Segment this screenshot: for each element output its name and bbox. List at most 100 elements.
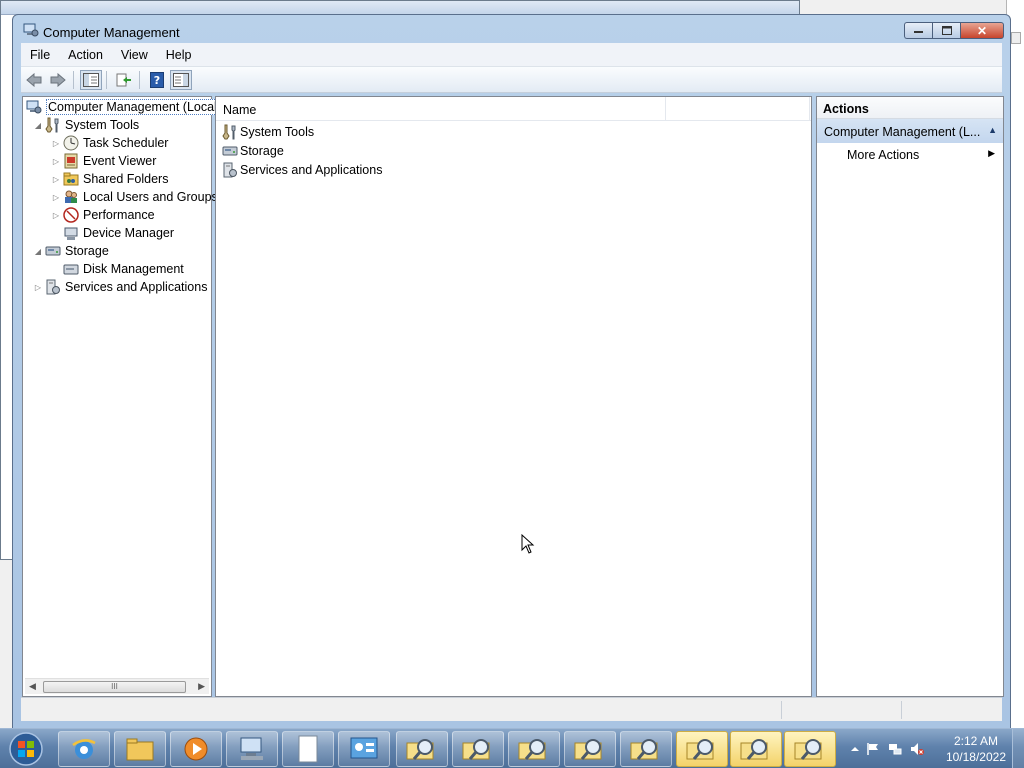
list-item-services-and-applications[interactable]: Services and Applications	[222, 161, 382, 179]
taskbar-search-window-8[interactable]	[784, 731, 836, 767]
search-magnifier-icon	[462, 739, 490, 760]
expand-arrow-icon[interactable]: ▷	[33, 283, 43, 292]
actions-section-header[interactable]: Computer Management (L... ▲	[817, 119, 1003, 143]
menu-view[interactable]: View	[112, 48, 157, 62]
forward-button[interactable]	[47, 70, 69, 90]
tree-label: Performance	[83, 208, 155, 222]
expand-arrow-icon[interactable]: ▷	[51, 211, 61, 220]
performance-icon	[63, 207, 79, 223]
network-icon[interactable]	[888, 742, 902, 756]
collapse-arrow-icon[interactable]: ◢	[33, 121, 43, 130]
show-hide-tree-icon	[83, 72, 99, 87]
maximize-button[interactable]	[932, 22, 960, 39]
start-button[interactable]	[4, 730, 48, 768]
menu-file[interactable]: File	[21, 48, 59, 62]
show-hidden-icons-icon[interactable]	[848, 742, 862, 756]
storage-icon	[222, 146, 238, 156]
more-actions-item[interactable]: More Actions ▶	[817, 143, 1003, 165]
column-header-empty[interactable]	[666, 97, 810, 120]
tree-label: Storage	[65, 244, 109, 258]
services-icon	[223, 162, 237, 178]
actions-pane: Actions Computer Management (L... ▲ More…	[816, 96, 1004, 697]
users-icon	[65, 190, 77, 203]
list-item-label: Services and Applications	[240, 163, 383, 177]
tree-item-root[interactable]: Computer Management (Local	[26, 98, 219, 116]
taskbar-media-player[interactable]	[170, 731, 222, 767]
clock-date: 10/18/2022	[945, 750, 1006, 764]
tree-label: Services and Applications	[65, 280, 208, 294]
action-center-flag-icon[interactable]	[866, 742, 880, 756]
tree-item-services-and-applications[interactable]: ▷ Services and Applications	[33, 278, 207, 296]
tree-item-task-scheduler[interactable]: ▷ Task Scheduler	[51, 134, 168, 152]
taskbar-document[interactable]	[282, 731, 334, 767]
clock-icon	[63, 135, 79, 151]
back-button[interactable]	[23, 70, 45, 90]
taskbar-control-panel[interactable]	[338, 731, 390, 767]
shared-folder-icon	[63, 172, 79, 186]
tree-label: Disk Management	[83, 262, 184, 276]
maximize-icon	[941, 26, 952, 35]
computer-management-icon	[240, 737, 263, 760]
scroll-right-icon[interactable]: ▶	[198, 681, 205, 692]
help-button[interactable]: ?	[146, 70, 168, 90]
menu-help[interactable]: Help	[157, 48, 201, 62]
document-icon	[298, 735, 318, 763]
taskbar-search-window-6[interactable]	[676, 731, 728, 767]
taskbar-search-window-4[interactable]	[564, 731, 616, 767]
search-magnifier-icon	[740, 739, 768, 760]
tools-icon	[45, 117, 59, 133]
minimize-button[interactable]	[904, 22, 932, 39]
expand-arrow-icon[interactable]: ▷	[51, 139, 61, 148]
taskbar-computer-management[interactable]	[226, 731, 278, 767]
tree-label: Device Manager	[83, 226, 175, 240]
clock-time: 2:12 AM	[953, 734, 998, 748]
list-item-storage[interactable]: Storage	[222, 142, 284, 160]
taskbar-search-window-7[interactable]	[730, 731, 782, 767]
explorer-folder-icon	[126, 738, 154, 761]
scroll-left-icon[interactable]: ◀	[29, 681, 36, 692]
tree-item-performance[interactable]: ▷ Performance	[51, 206, 155, 224]
show-desktop-button[interactable]	[1012, 729, 1024, 768]
menu-action[interactable]: Action	[59, 48, 112, 62]
collapse-triangle-icon[interactable]: ▲	[988, 125, 997, 135]
properties-button[interactable]	[170, 69, 192, 90]
title-bar[interactable]: Computer Management ✕	[13, 15, 1010, 43]
expand-arrow-icon[interactable]: ▷	[51, 157, 61, 166]
volume-muted-icon[interactable]	[910, 742, 924, 756]
export-list-button[interactable]	[113, 70, 135, 90]
expand-arrow-icon[interactable]: ▷	[51, 175, 61, 184]
taskbar-windows-explorer[interactable]	[114, 731, 166, 767]
collapse-arrow-icon[interactable]: ◢	[33, 247, 43, 256]
minimize-icon	[913, 30, 923, 33]
list-item-system-tools[interactable]: System Tools	[222, 123, 314, 141]
tree-item-device-manager[interactable]: Device Manager	[63, 224, 174, 242]
tree-item-system-tools[interactable]: ◢ System Tools	[33, 116, 139, 134]
windows-logo-icon	[9, 732, 43, 766]
storage-icon	[45, 246, 61, 256]
show-hide-tree-button[interactable]	[80, 69, 102, 90]
search-magnifier-icon	[518, 739, 546, 760]
taskbar-search-window-2[interactable]	[452, 731, 504, 767]
tree-item-local-users-and-groups[interactable]: ▷ Local Users and Groups	[51, 188, 218, 206]
close-button[interactable]: ✕	[960, 22, 1004, 39]
tree-horizontal-scrollbar[interactable]: ◀ III ▶	[25, 678, 209, 694]
scroll-thumb[interactable]: III	[43, 681, 186, 693]
tree-item-event-viewer[interactable]: ▷ Event Viewer	[51, 152, 156, 170]
tree-item-disk-management[interactable]: Disk Management	[63, 260, 184, 278]
device-manager-icon	[64, 227, 78, 240]
expand-arrow-icon[interactable]: ▷	[51, 193, 61, 202]
disk-icon	[63, 264, 79, 275]
toolbar: ?	[21, 67, 1002, 93]
taskbar-internet-explorer[interactable]	[58, 731, 110, 767]
search-magnifier-icon	[574, 739, 602, 760]
taskbar-search-window-3[interactable]	[508, 731, 560, 767]
taskbar-search-window-5[interactable]	[620, 731, 672, 767]
menu-bar: File Action View Help	[21, 43, 1002, 67]
tree-item-shared-folders[interactable]: ▷ Shared Folders	[51, 170, 169, 188]
column-header-name[interactable]: Name	[216, 97, 666, 120]
tree-item-storage[interactable]: ◢ Storage	[33, 242, 109, 260]
clock[interactable]: 2:12 AM 10/18/2022	[946, 733, 1006, 765]
list-header: Name	[216, 97, 811, 121]
taskbar-search-window-1[interactable]	[396, 731, 448, 767]
back-icon	[26, 72, 42, 87]
